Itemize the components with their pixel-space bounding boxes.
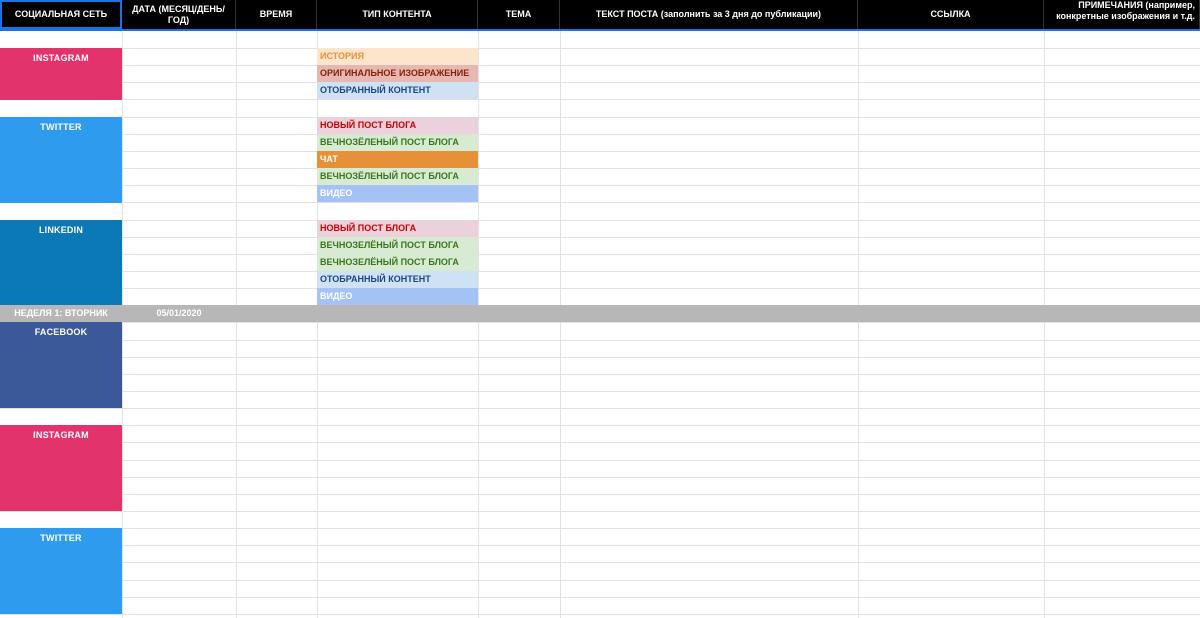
content-type-cell[interactable]: ВЕЧНОЗЕЛЁНЫЙ ПОСТ БЛОГА: [317, 237, 478, 254]
row-gridline: [0, 322, 1200, 323]
content-type-cell[interactable]: ИСТОРИЯ: [317, 48, 478, 65]
week-date: 05/01/2020: [156, 308, 202, 318]
column-gridline: [560, 31, 561, 618]
col-header-time[interactable]: ВРЕМЯ: [236, 0, 317, 29]
row-gridline: [0, 134, 1200, 135]
row-gridline: [0, 477, 1200, 478]
network-block-facebook[interactable]: FACEBOOK: [0, 322, 122, 408]
row-gridline: [0, 168, 1200, 169]
header-row: СОЦИАЛЬНАЯ СЕТЬ ДАТА (МЕСЯЦ/ДЕНЬ/ГОД) ВР…: [0, 0, 1200, 29]
col-header-link[interactable]: ССЫЛКА: [858, 0, 1044, 29]
column-gridline: [1044, 31, 1045, 618]
row-gridline: [0, 254, 1200, 255]
network-label: LINKEDIN: [38, 225, 84, 235]
row-gridline: [0, 65, 1200, 66]
row-gridline: [0, 494, 1200, 495]
column-gridline: [122, 31, 123, 618]
network-label: TWITTER: [40, 122, 82, 132]
content-type-cell[interactable]: ОТОБРАННЫЙ КОНТЕНТ: [317, 82, 478, 99]
row-gridline: [0, 408, 1200, 409]
content-type-cell[interactable]: НОВЫЙ ПОСТ БЛОГА: [317, 220, 478, 237]
network-block-twitter[interactable]: TWITTER: [0, 117, 122, 203]
row-gridline: [0, 82, 1200, 83]
header-divider: [0, 29, 1200, 31]
row-gridline: [0, 357, 1200, 358]
week-row[interactable]: НЕДЕЛЯ 1: ВТОРНИК 05/01/2020: [0, 305, 1200, 322]
row-gridline: [0, 271, 1200, 272]
content-type-cell[interactable]: ВЕЧНОЗЁЛЕНЫЙ ПОСТ БЛОГА: [317, 168, 478, 185]
col-header-network[interactable]: СОЦИАЛЬНАЯ СЕТЬ: [0, 0, 122, 29]
content-type-cell[interactable]: ВЕЧНОЗЕЛЁНЫЙ ПОСТ БЛОГА: [317, 254, 478, 271]
row-gridline: [0, 117, 1200, 118]
content-type-cell[interactable]: ЧАТ: [317, 151, 478, 168]
row-gridline: [0, 597, 1200, 598]
col-header-topic[interactable]: ТЕМА: [478, 0, 560, 29]
row-gridline: [0, 288, 1200, 289]
row-gridline: [0, 442, 1200, 443]
content-type-cell[interactable]: ОРИГИНАЛЬНОЕ ИЗОБРАЖЕНИЕ: [317, 65, 478, 82]
content-type-cell[interactable]: ВИДЕО: [317, 185, 478, 202]
network-block-instagram[interactable]: INSTAGRAM: [0, 48, 122, 100]
row-gridline: [0, 151, 1200, 152]
row-gridline: [0, 614, 1200, 615]
spreadsheet: СОЦИАЛЬНАЯ СЕТЬ ДАТА (МЕСЯЦ/ДЕНЬ/ГОД) ВР…: [0, 0, 1200, 618]
row-gridline: [0, 580, 1200, 581]
network-block-instagram[interactable]: INSTAGRAM: [0, 425, 122, 511]
row-gridline: [0, 340, 1200, 341]
content-type-cell[interactable]: НОВЫЙ ПОСТ БЛОГА: [317, 117, 478, 134]
col-header-post-text[interactable]: ТЕКСТ ПОСТА (заполнить за 3 дня до публи…: [560, 0, 858, 29]
row-gridline: [0, 425, 1200, 426]
network-block-linkedin[interactable]: LINKEDIN: [0, 220, 122, 305]
column-gridline: [478, 31, 479, 618]
col-header-content-type[interactable]: ТИП КОНТЕНТА: [317, 0, 478, 29]
week-label: НЕДЕЛЯ 1: ВТОРНИК: [14, 308, 108, 318]
column-gridline: [236, 31, 237, 618]
content-type-cell[interactable]: ОТОБРАННЫЙ КОНТЕНТ: [317, 271, 478, 288]
row-gridline: [0, 545, 1200, 546]
row-gridline: [0, 220, 1200, 221]
row-gridline: [0, 460, 1200, 461]
column-gridline: [858, 31, 859, 618]
row-gridline: [0, 511, 1200, 512]
network-label: TWITTER: [40, 533, 82, 543]
network-label: INSTAGRAM: [33, 430, 89, 440]
row-gridline: [0, 374, 1200, 375]
row-gridline: [0, 391, 1200, 392]
row-gridline: [0, 528, 1200, 529]
col-header-date[interactable]: ДАТА (МЕСЯЦ/ДЕНЬ/ГОД): [122, 0, 236, 29]
network-label: FACEBOOK: [34, 327, 88, 337]
row-gridline: [0, 99, 1200, 100]
content-type-cell[interactable]: ВЕЧНОЗЁЛЕНЫЙ ПОСТ БЛОГА: [317, 134, 478, 151]
network-label: INSTAGRAM: [33, 53, 89, 63]
row-gridline: [0, 562, 1200, 563]
row-gridline: [0, 237, 1200, 238]
network-block-twitter[interactable]: TWITTER: [0, 528, 122, 614]
row-gridline: [0, 185, 1200, 186]
row-gridline: [0, 202, 1200, 203]
content-type-cell[interactable]: ВИДЕО: [317, 288, 478, 305]
col-header-notes[interactable]: ПРИМЕЧАНИЯ (например, конкретные изображ…: [1044, 0, 1200, 29]
row-gridline: [0, 48, 1200, 49]
